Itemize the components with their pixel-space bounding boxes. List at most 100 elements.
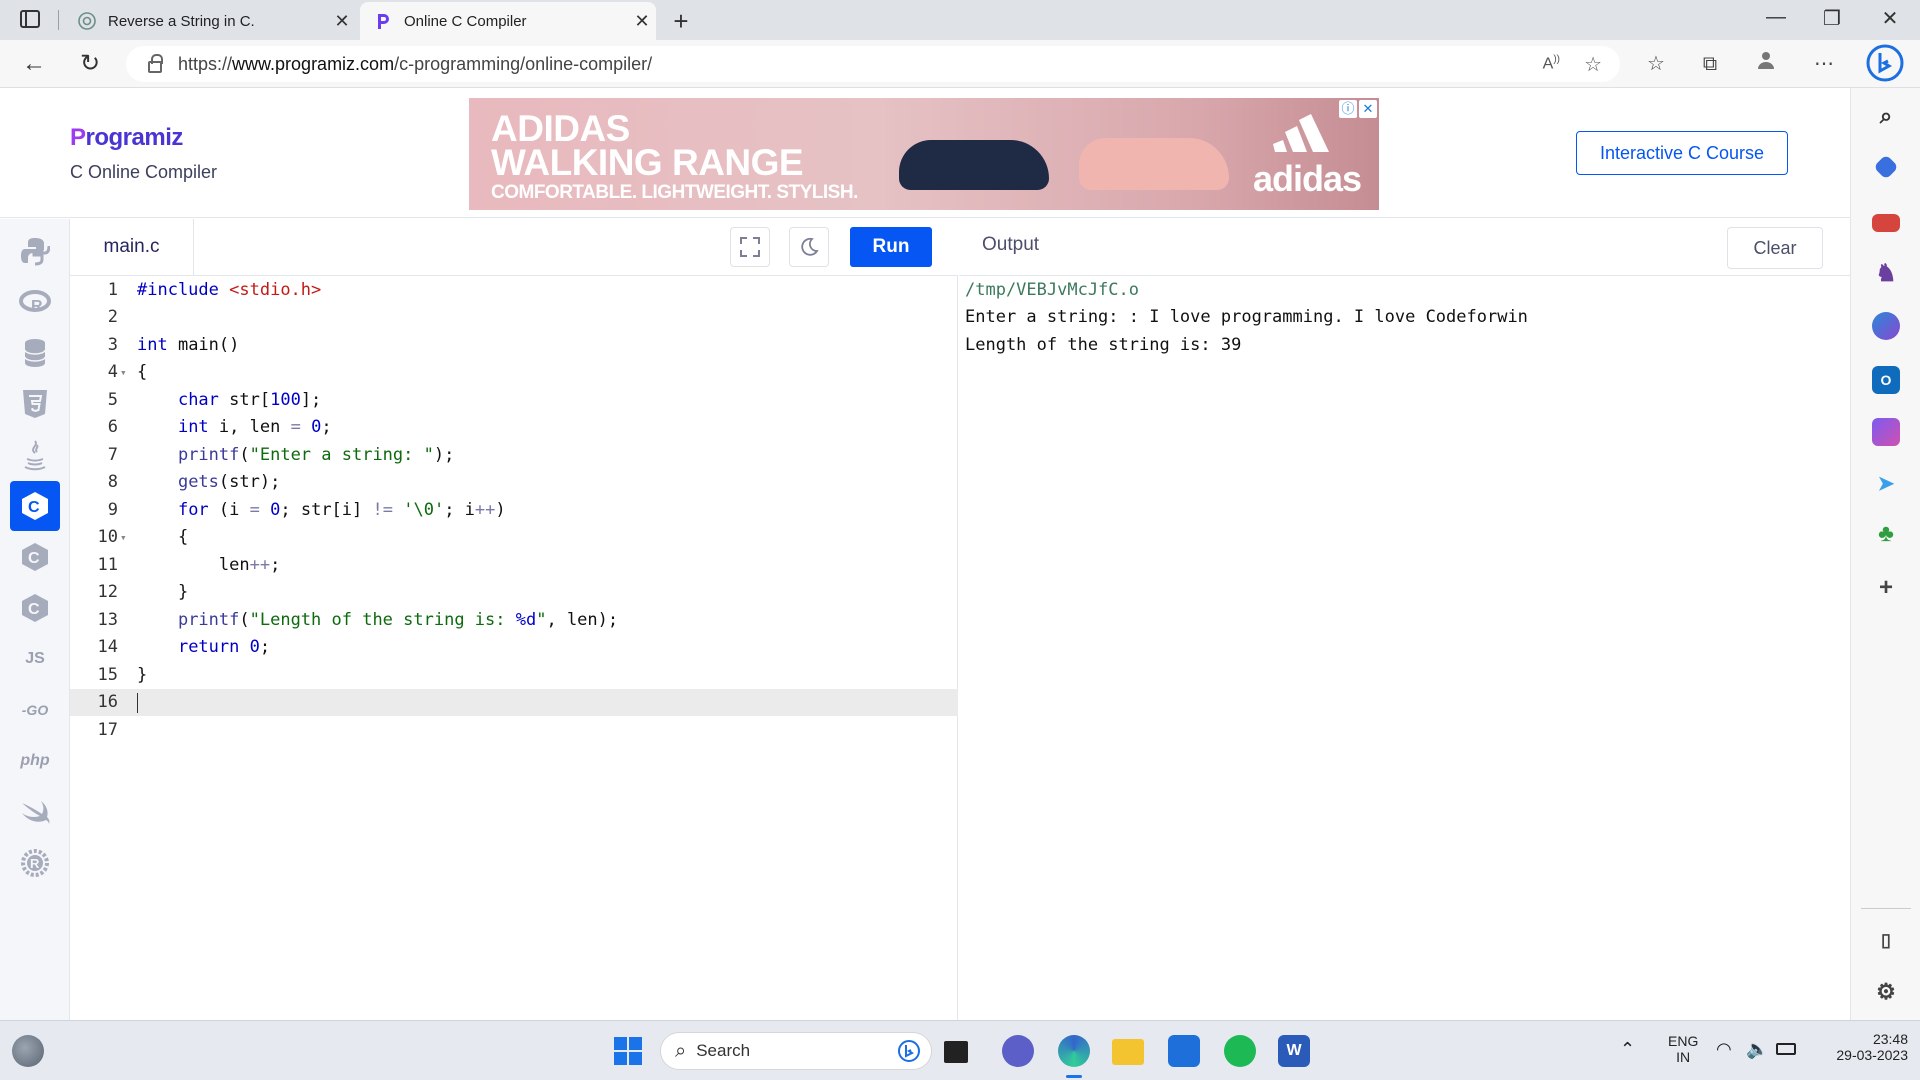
output-line: /tmp/VEBJvMcJfC.o: [965, 280, 1139, 300]
line-number: 9: [107, 500, 118, 520]
line-number: 12: [97, 582, 118, 602]
hide-sidebar-icon[interactable]: ▯: [1872, 926, 1900, 954]
dark-mode-icon[interactable]: [789, 227, 829, 267]
java-icon[interactable]: [10, 430, 60, 480]
code-line: 6 int i, len = 0;: [70, 414, 958, 441]
shopping-tag-icon[interactable]: [1873, 154, 1899, 180]
tools-icon[interactable]: [1872, 214, 1900, 232]
outlook-icon[interactable]: O: [1872, 366, 1900, 394]
run-button[interactable]: Run: [850, 227, 932, 267]
code-line: 14 return 0;: [70, 634, 958, 661]
svg-text:C: C: [28, 550, 40, 567]
go-icon[interactable]: -GO: [10, 685, 60, 735]
restore-icon[interactable]: ❐: [1812, 6, 1852, 31]
swift-icon[interactable]: [10, 787, 60, 837]
advertisement-banner[interactable]: ADIDAS WALKING RANGE COMFORTABLE. LIGHTW…: [469, 98, 1379, 210]
code-text: int i, len = 0;: [177, 417, 332, 437]
js-icon[interactable]: JS: [10, 634, 60, 684]
microsoft-store-icon[interactable]: [1168, 1035, 1200, 1067]
close-tab-icon[interactable]: ✕: [328, 11, 356, 32]
ad-headline-2: WALKING RANGE: [491, 142, 804, 183]
adidas-logo-icon: [1273, 114, 1329, 152]
close-tab-icon[interactable]: ✕: [628, 11, 656, 32]
r-icon[interactable]: R: [10, 277, 60, 327]
fullscreen-icon[interactable]: [730, 227, 770, 267]
back-icon[interactable]: ←: [18, 48, 50, 80]
read-aloud-icon[interactable]: A)): [1543, 54, 1560, 73]
address-bar-row: ← ↻ https://www.programiz.com/c-programm…: [0, 40, 1920, 88]
weather-widget-icon[interactable]: [12, 1035, 44, 1067]
collections-icon[interactable]: ⧉: [1694, 48, 1726, 80]
microsoft-365-icon[interactable]: [1872, 312, 1900, 340]
csharp-icon[interactable]: C: [10, 583, 60, 633]
programiz-logo[interactable]: Programiz: [70, 124, 183, 152]
battery-icon[interactable]: [1776, 1043, 1796, 1055]
shoe-image-navy: [899, 140, 1049, 190]
code-text: {: [137, 362, 148, 382]
code-line: 1 #include <stdio.h>: [70, 277, 958, 304]
clock[interactable]: 23:48 29-03-2023: [1812, 1031, 1908, 1063]
fold-arrow-icon[interactable]: ▾: [120, 524, 127, 551]
browser-tab-reverse-string[interactable]: Reverse a String in C. ✕: [64, 2, 356, 40]
refresh-icon[interactable]: ↻: [74, 48, 106, 80]
windows-start-icon[interactable]: [612, 1035, 644, 1067]
close-window-icon[interactable]: ✕: [1870, 6, 1910, 31]
php-icon[interactable]: php: [10, 736, 60, 786]
line-number: 3: [107, 335, 118, 355]
wifi-icon[interactable]: ◠: [1716, 1039, 1732, 1060]
line-number: 6: [107, 417, 118, 437]
bing-copilot-icon[interactable]: [1866, 44, 1904, 82]
fold-arrow-icon[interactable]: ▾: [120, 359, 127, 386]
ad-close-icon[interactable]: ✕: [1359, 100, 1377, 118]
c-icon[interactable]: C: [10, 481, 60, 531]
file-tab-main-c[interactable]: main.c: [70, 219, 194, 275]
new-tab-icon[interactable]: +: [666, 6, 696, 37]
ad-info-icon[interactable]: ⓘ: [1339, 100, 1357, 118]
python-icon[interactable]: [10, 226, 60, 276]
interactive-course-button[interactable]: Interactive C Course: [1576, 131, 1788, 175]
url-prefix: https://: [178, 53, 233, 74]
language-indicator[interactable]: ENG IN: [1668, 1033, 1698, 1065]
task-view-icon[interactable]: [944, 1041, 968, 1063]
search-icon[interactable]: ⌕: [1872, 102, 1900, 130]
profile-icon[interactable]: [1750, 48, 1782, 80]
add-icon[interactable]: +: [1872, 574, 1900, 602]
code-line-active[interactable]: 16: [70, 689, 958, 716]
language-sidebar: R C C C JS -GO php R: [0, 219, 70, 1020]
favorites-icon[interactable]: ☆: [1640, 48, 1672, 80]
time-text: 23:48: [1872, 1031, 1908, 1047]
browser-tab-strip: Reverse a String in C. ✕ Online C Compil…: [0, 0, 1920, 40]
svg-text:C: C: [28, 601, 40, 618]
code-editor[interactable]: 1 #include <stdio.h> 2 3 int main() 4 ▾{ 5 …: [70, 276, 958, 1020]
volume-icon[interactable]: 🔈: [1746, 1039, 1768, 1060]
settings-gear-icon[interactable]: ⚙: [1872, 978, 1900, 1006]
code-text: }: [137, 582, 189, 602]
word-icon[interactable]: W: [1278, 1035, 1310, 1067]
spotify-icon[interactable]: [1224, 1035, 1256, 1067]
clear-button[interactable]: Clear: [1727, 227, 1823, 269]
tab-actions-icon[interactable]: [20, 10, 40, 28]
code-text: gets(str);: [177, 472, 281, 492]
html-icon[interactable]: [10, 379, 60, 429]
sql-icon[interactable]: [10, 328, 60, 378]
more-options-icon[interactable]: ⋯: [1808, 48, 1840, 80]
teams-chat-icon[interactable]: [1002, 1035, 1034, 1067]
send-icon[interactable]: ➤: [1872, 470, 1900, 498]
show-hidden-icons[interactable]: ⌃: [1620, 1039, 1635, 1060]
cpp-icon[interactable]: C: [10, 532, 60, 582]
output-console[interactable]: /tmp/VEBJvMcJfC.o Enter a string: : I lo…: [959, 276, 1850, 1020]
file-explorer-icon[interactable]: [1112, 1039, 1144, 1065]
site-header: Programiz C Online Compiler ADIDAS WALKI…: [0, 88, 1850, 218]
browser-tab-online-compiler[interactable]: Online C Compiler ✕: [360, 2, 656, 40]
rust-icon[interactable]: R: [10, 838, 60, 888]
go-label: -GO: [21, 702, 49, 718]
taskbar-search[interactable]: ⌕ Search: [660, 1032, 932, 1070]
edge-browser-icon[interactable]: [1058, 1035, 1090, 1067]
url-field[interactable]: https://www.programiz.com/c-programming/…: [126, 46, 1620, 82]
games-icon[interactable]: ♞: [1872, 260, 1900, 288]
minimize-icon[interactable]: —: [1756, 6, 1796, 29]
add-favorite-icon[interactable]: ☆: [1584, 52, 1602, 77]
date-text: 29-03-2023: [1836, 1047, 1908, 1063]
designer-icon[interactable]: [1872, 418, 1900, 446]
tree-icon[interactable]: ♣: [1872, 520, 1900, 548]
